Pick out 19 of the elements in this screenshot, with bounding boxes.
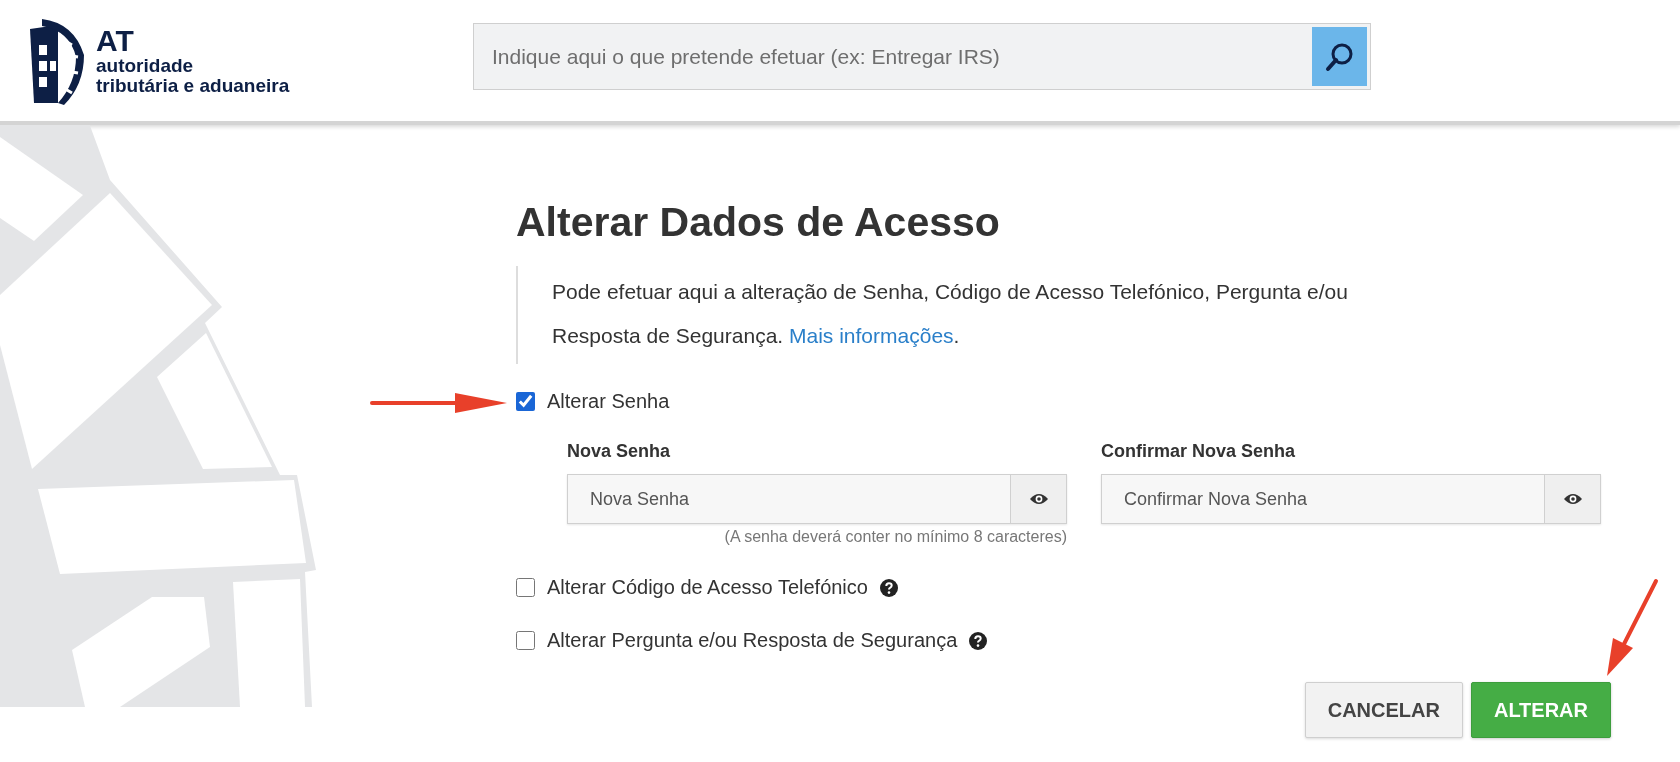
more-info-link[interactable]: Mais informações <box>789 324 954 347</box>
intro-text: Pode efetuar aqui a alteração de Senha, Código de Acesso Telefónico, Pergunta e/ou Resposta de Segurança. Mais informações. <box>516 266 1432 364</box>
checkbox-label: Alterar Pergunta e/ou Resposta de Segurança <box>547 629 958 652</box>
help-icon[interactable] <box>969 631 988 650</box>
cancel-button[interactable]: CANCELAR <box>1304 682 1463 738</box>
submit-button[interactable]: ALTERAR <box>1470 682 1611 738</box>
logo-text: autoridade <box>96 56 195 76</box>
checkbox[interactable] <box>516 631 535 650</box>
checkbox[interactable] <box>516 392 535 411</box>
logo-text: tributária e aduaneira <box>96 75 290 96</box>
logo-abbreviation: AT <box>96 25 135 57</box>
checkbox-label: Alterar Senha <box>547 390 670 413</box>
checkbox-label: Alterar Código de Acesso Telefónico <box>547 576 868 599</box>
hint-text: (A senha deverá conter no mínimo 8 caracteres) <box>724 528 1067 546</box>
page-title: Alterar Dados de Acesso <box>516 199 1001 246</box>
field-label: Nova Senha <box>567 441 672 462</box>
field-label: Confirmar Nova Senha <box>1101 441 1297 462</box>
help-icon[interactable] <box>879 578 898 597</box>
checkbox[interactable] <box>516 578 535 597</box>
